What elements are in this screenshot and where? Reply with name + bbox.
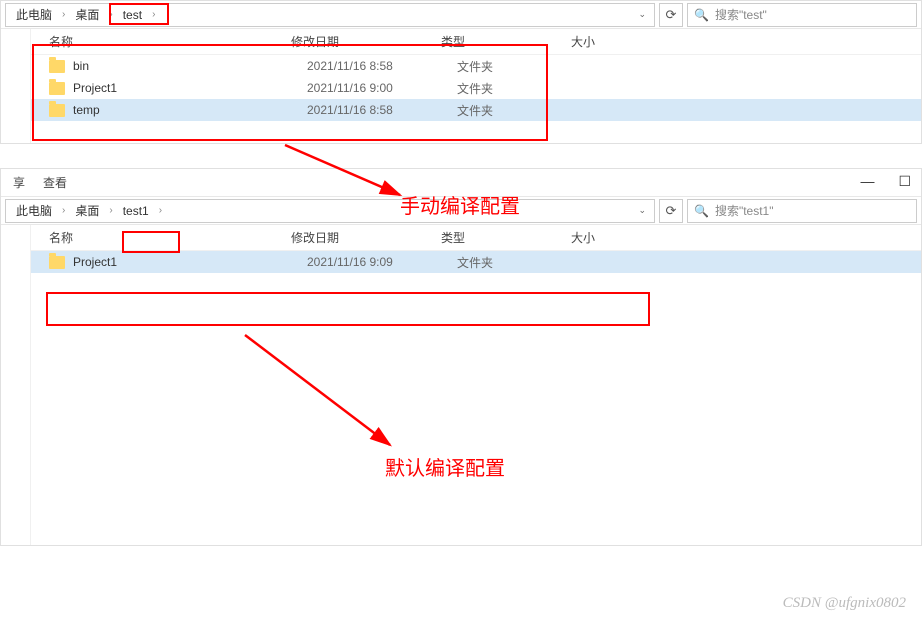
folder-icon [49,256,65,269]
cell-name: Project1 [73,81,307,95]
cell-date: 2021/11/16 8:58 [307,59,457,73]
folder-icon [49,60,65,73]
col-size[interactable]: 大小 [571,33,671,50]
col-date[interactable]: 修改日期 [291,33,441,50]
table-row[interactable]: Project1 2021/11/16 9:09 文件夹 [31,251,921,273]
chevron-right-icon[interactable]: › [107,205,114,216]
chevron-down-icon[interactable]: ⌄ [634,9,650,20]
chevron-right-icon[interactable]: › [60,205,67,216]
cell-date: 2021/11/16 9:09 [307,255,457,269]
breadcrumb-bar: 此电脑 › 桌面 › test › ⌄ ⟳ 🔍 搜索"test" [1,1,921,29]
breadcrumb[interactable]: 此电脑 › 桌面 › test1 › ⌄ [5,199,655,223]
explorer-window-1: 此电脑 › 桌面 › test › ⌄ ⟳ 🔍 搜索"test" 名称 修改日期… [0,0,922,144]
side-gutter [1,29,31,143]
search-input[interactable]: 🔍 搜索"test" [687,3,917,27]
chevron-down-icon[interactable]: ⌄ [634,205,650,216]
cell-type: 文件夹 [457,80,587,97]
breadcrumb-part[interactable]: 此电脑 [10,200,58,222]
spacer [31,121,921,143]
cell-type: 文件夹 [457,254,587,271]
cell-date: 2021/11/16 8:58 [307,103,457,117]
cell-name: bin [73,59,307,73]
chevron-right-icon[interactable]: › [107,9,114,20]
table-row[interactable]: bin 2021/11/16 8:58 文件夹 [31,55,921,77]
maximize-button[interactable]: ☐ [898,173,911,190]
col-name[interactable]: 名称 [31,33,291,50]
side-gutter [1,225,31,545]
explorer-window-2: — ☐ 享 查看 此电脑 › 桌面 › test1 › ⌄ ⟳ 🔍 搜索"tes… [0,168,922,546]
cell-type: 文件夹 [457,102,587,119]
breadcrumb-part[interactable]: test1 [117,200,155,222]
file-list: 名称 修改日期 类型 大小 Project1 2021/11/16 9:09 文… [1,225,921,545]
folder-icon [49,82,65,95]
col-type[interactable]: 类型 [441,33,571,50]
search-icon: 🔍 [694,204,709,218]
search-icon: 🔍 [694,8,709,22]
refresh-button[interactable]: ⟳ [659,199,683,223]
folder-icon [49,104,65,117]
chevron-right-icon[interactable]: › [60,9,67,20]
list-body: 名称 修改日期 类型 大小 bin 2021/11/16 8:58 文件夹 Pr… [31,29,921,143]
cell-name: temp [73,103,307,117]
ribbon-tabs: 享 查看 [1,169,921,197]
search-placeholder: 搜索"test" [715,6,767,23]
column-headers[interactable]: 名称 修改日期 类型 大小 [31,29,921,55]
search-placeholder: 搜索"test1" [715,202,774,219]
watermark: CSDN @ufgnix0802 [783,595,906,612]
cell-name: Project1 [73,255,307,269]
breadcrumb-part[interactable]: 此电脑 [10,4,58,26]
table-row[interactable]: Project1 2021/11/16 9:00 文件夹 [31,77,921,99]
window-controls: — ☐ [860,173,911,190]
cell-type: 文件夹 [457,58,587,75]
search-input[interactable]: 🔍 搜索"test1" [687,199,917,223]
col-type[interactable]: 类型 [441,229,571,246]
breadcrumb-part[interactable]: 桌面 [69,200,105,222]
breadcrumb[interactable]: 此电脑 › 桌面 › test › ⌄ [5,3,655,27]
tab-share[interactable]: 享 [13,174,25,191]
chevron-right-icon[interactable]: › [150,9,157,20]
breadcrumb-part[interactable]: 桌面 [69,4,105,26]
breadcrumb-bar: 此电脑 › 桌面 › test1 › ⌄ ⟳ 🔍 搜索"test1" [1,197,921,225]
list-body: 名称 修改日期 类型 大小 Project1 2021/11/16 9:09 文… [31,225,921,545]
minimize-button[interactable]: — [860,173,874,190]
file-list: 名称 修改日期 类型 大小 bin 2021/11/16 8:58 文件夹 Pr… [1,29,921,143]
tab-view[interactable]: 查看 [43,174,67,191]
col-name[interactable]: 名称 [31,229,291,246]
column-headers[interactable]: 名称 修改日期 类型 大小 [31,225,921,251]
table-row[interactable]: temp 2021/11/16 8:58 文件夹 [31,99,921,121]
col-size[interactable]: 大小 [571,229,671,246]
breadcrumb-part[interactable]: test [117,4,148,26]
chevron-right-icon[interactable]: › [157,205,164,216]
cell-date: 2021/11/16 9:00 [307,81,457,95]
col-date[interactable]: 修改日期 [291,229,441,246]
refresh-button[interactable]: ⟳ [659,3,683,27]
